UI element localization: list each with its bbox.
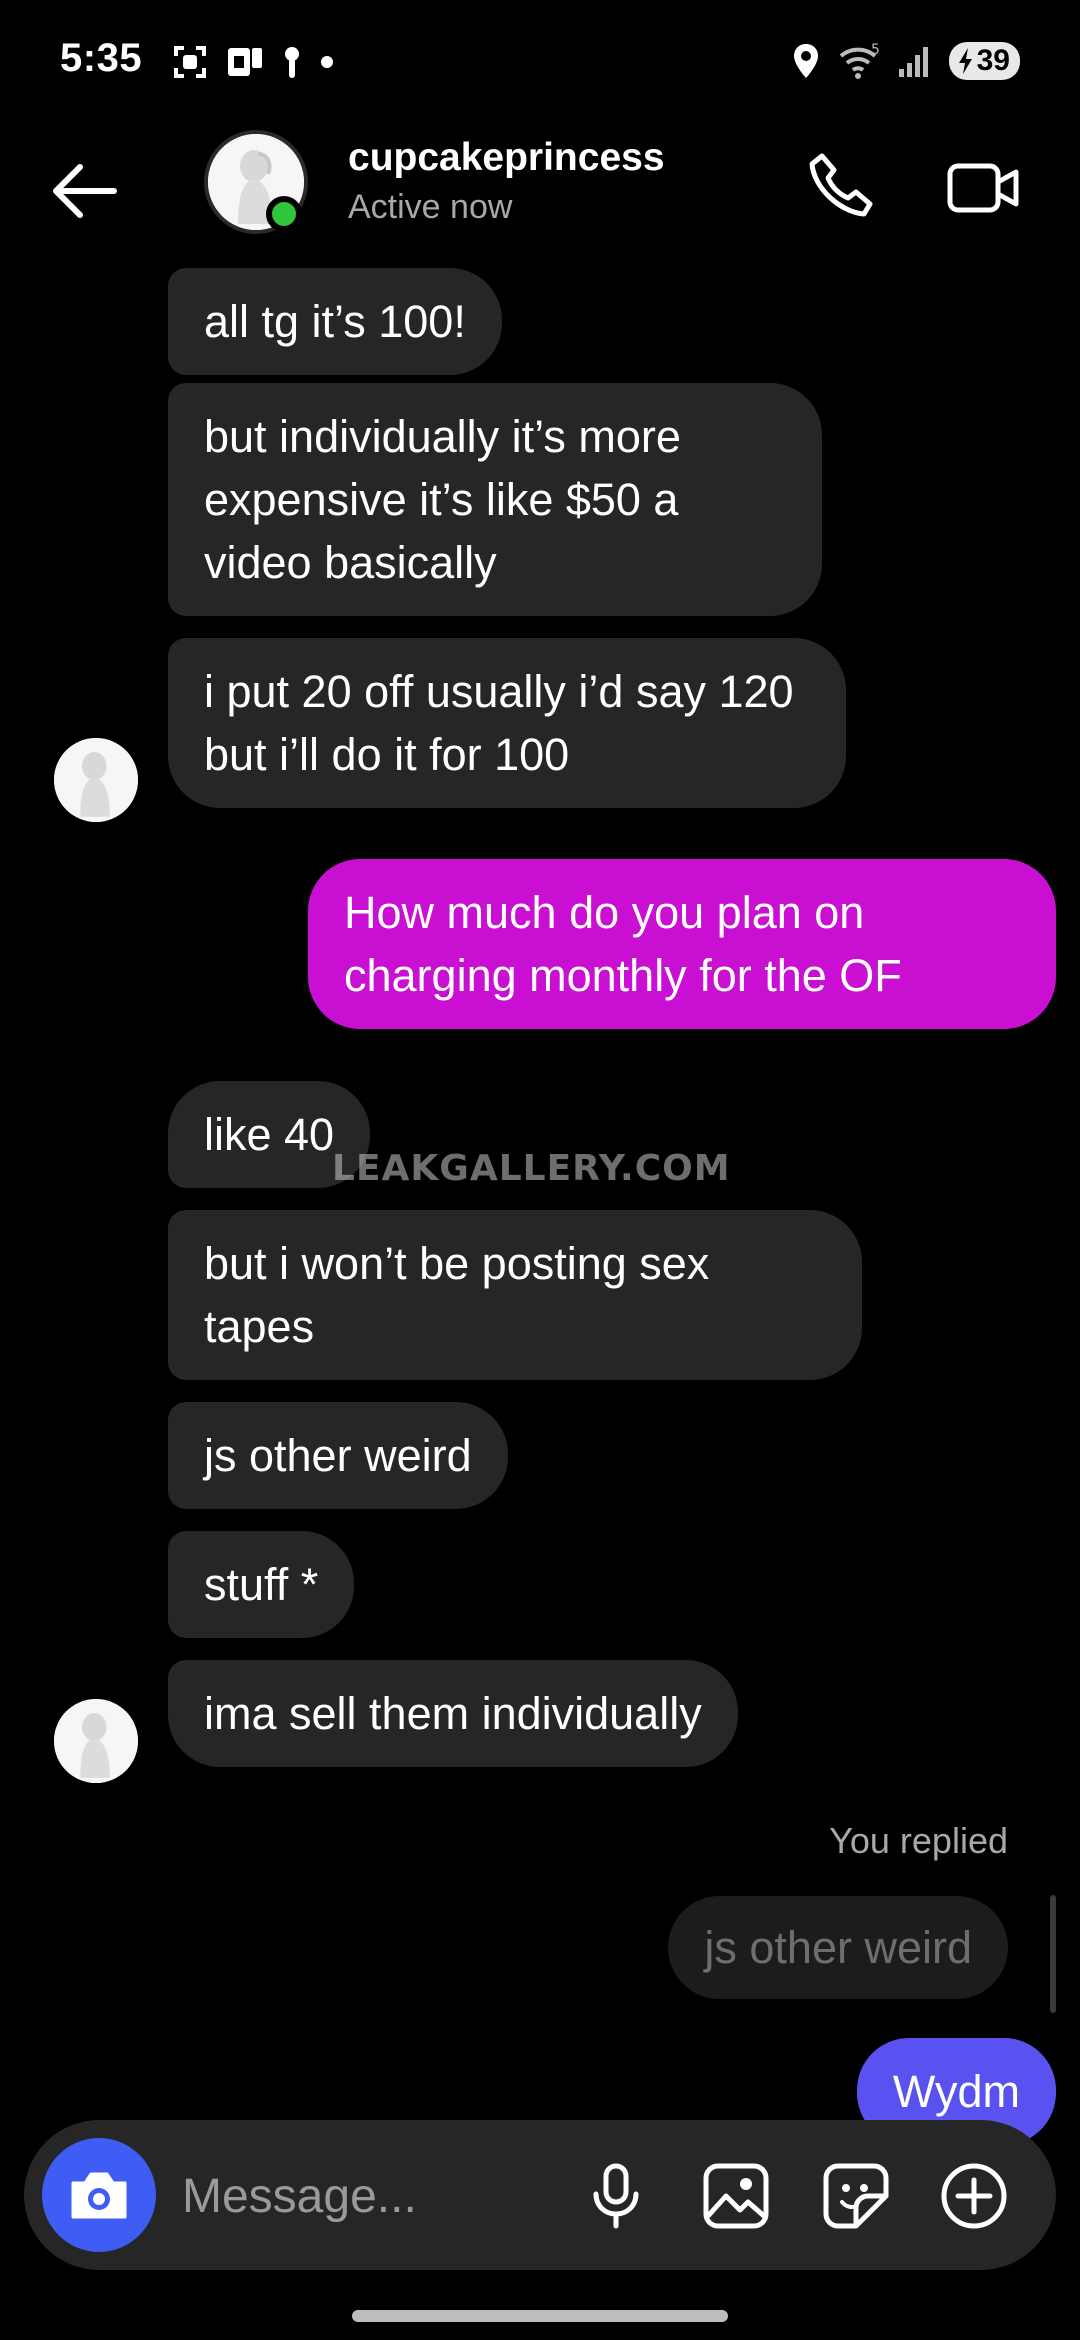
message-bubble[interactable]: js other weird [168,1402,508,1509]
voice-call-button[interactable] [800,148,880,228]
battery-indicator: 39 [948,42,1020,80]
figurine-avatar-icon [54,738,138,822]
message-bubble[interactable]: i put 20 off usually i’d say 120 but i’l… [168,638,846,808]
online-status-dot [266,196,302,232]
contact-activity-status: Active now [348,188,513,226]
scrollbar[interactable] [1050,1895,1056,2013]
chat-header: cupcakeprincess Active now [0,126,1080,266]
video-call-button[interactable] [944,148,1024,228]
message-bubble[interactable]: but individually it’s more expensive it’… [168,383,822,616]
sticker-button[interactable] [820,2160,892,2232]
microphone-icon [593,2163,639,2229]
back-button[interactable] [44,156,124,226]
message-bubble[interactable]: stuff * [168,1531,355,1638]
message-input[interactable] [180,2160,444,2232]
message-bubble[interactable]: but i won’t be posting sex tapes [168,1210,862,1380]
contact-name[interactable]: cupcakeprincess [348,136,665,180]
figurine-avatar-icon [54,1699,138,1783]
charging-bolt-icon [958,48,972,74]
more-options-button[interactable] [938,2160,1010,2232]
notification-dot-icon [321,56,333,68]
video-camera-icon [947,163,1019,213]
sender-avatar[interactable] [54,1699,138,1783]
message-composer [24,2120,1056,2270]
quoted-reply-bubble[interactable]: js other weird [668,1896,1008,1999]
screenshot-icon [174,46,206,78]
plus-circle-icon [941,2163,1007,2229]
watermark: LEAKGALLERY.COM [332,1148,731,1189]
sticker-icon [823,2163,889,2229]
signal-icon [898,47,928,77]
message-bubble[interactable]: ima sell them individually [168,1660,738,1767]
earbud-icon [285,47,299,78]
voice-message-button[interactable] [580,2160,652,2232]
status-time: 5:35 [60,36,143,80]
image-icon [703,2163,769,2229]
wifi-icon: 5 [839,42,880,79]
message-bubble-sent[interactable]: How much do you plan on charging monthly… [308,859,1056,1029]
location-icon [793,44,818,78]
you-replied-label: You replied [829,1820,1008,1861]
status-bar: 5:35 5 39 [0,0,1080,126]
sim-card-icon [228,48,262,76]
status-left-icons [172,44,334,80]
battery-level: 39 [976,44,1010,77]
home-indicator[interactable] [352,2310,728,2322]
camera-icon [71,2172,127,2219]
phone-icon [809,153,873,217]
status-right-icons: 5 39 [791,42,1020,80]
message-bubble[interactable]: all tg it’s 100! [168,268,502,375]
back-arrow-icon [53,164,117,218]
camera-button[interactable] [42,2138,156,2252]
svg-text:5: 5 [871,42,880,58]
gallery-button[interactable] [700,2160,772,2232]
sender-avatar[interactable] [54,738,138,822]
